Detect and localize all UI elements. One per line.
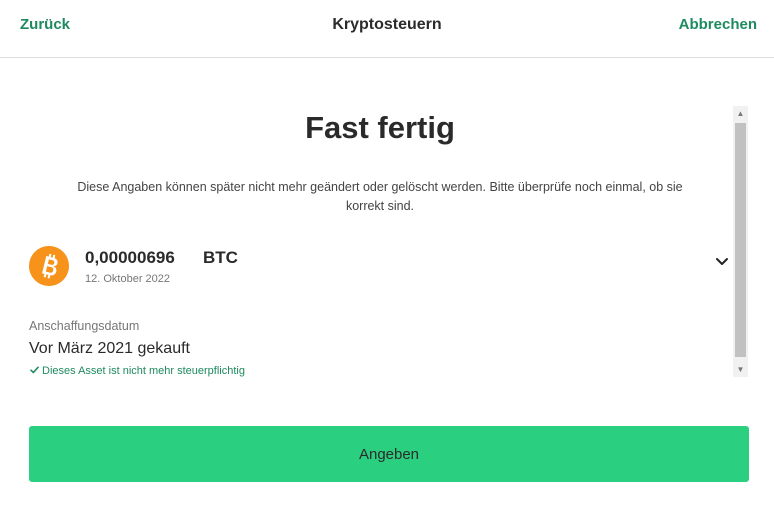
warning-text: Diese Angaben können später nicht mehr g… [77, 180, 683, 213]
tax-status-text: Dieses Asset ist nicht mehr steuerpflich… [42, 365, 245, 377]
page-title: Kryptosteuern [332, 16, 442, 33]
acquisition-date-label: Anschaffungsdatum [29, 319, 140, 333]
scrollbar-thumb[interactable] [735, 123, 746, 357]
asset-amount: 0,00000696 [85, 248, 175, 267]
scrollbar[interactable]: ▲ ▼ [733, 106, 748, 377]
asset-date: 12. Oktober 2022 [85, 273, 171, 285]
acquisition-date-value[interactable]: Vor März 2021 gekauft [29, 340, 190, 358]
scroll-down-arrow-icon[interactable]: ▼ [733, 362, 748, 377]
chevron-down-icon[interactable] [715, 257, 729, 267]
checkmark-icon [30, 366, 39, 374]
scroll-content: Fast fertig Diese Angaben können später … [0, 58, 774, 378]
bitcoin-icon [29, 246, 69, 286]
scroll-up-arrow-icon[interactable]: ▲ [733, 106, 748, 121]
asset-currency: BTC [203, 248, 238, 267]
asset-row[interactable]: 0,00000696 BTC 12. Oktober 2022 [29, 245, 734, 289]
tax-status-hint: Dieses Asset ist nicht mehr steuerpflich… [30, 365, 245, 377]
submit-button[interactable]: Angeben [29, 426, 749, 482]
main-heading: Fast fertig [305, 110, 455, 145]
cancel-link[interactable]: Abbrechen [679, 16, 757, 33]
top-bar: Zurück Kryptosteuern Abbrechen [0, 0, 774, 58]
